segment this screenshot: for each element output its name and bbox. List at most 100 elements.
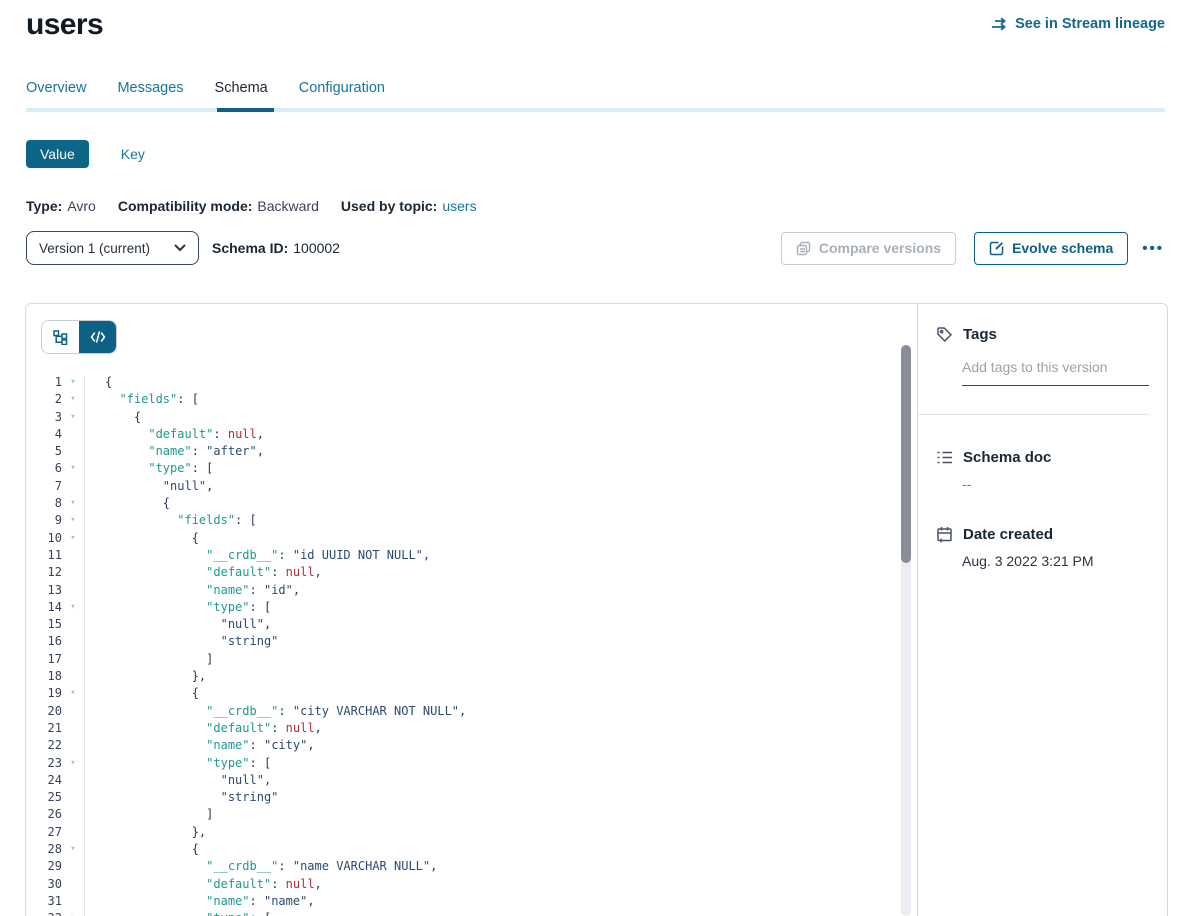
code-line: 4 "default": null, xyxy=(26,426,917,443)
fold-triangle-down-icon[interactable]: ▾ xyxy=(62,841,84,858)
evolve-schema-button[interactable]: Evolve schema xyxy=(974,232,1128,265)
line-number: 32 xyxy=(26,910,62,916)
code-text: "fields": [ xyxy=(84,391,199,408)
code-text: { xyxy=(84,841,199,858)
fold-spacer xyxy=(62,737,84,754)
line-number: 30 xyxy=(26,876,62,893)
code-line: 1▾{ xyxy=(26,374,917,391)
controls-row: Version 1 (current) Schema ID:100002 Com… xyxy=(26,231,1168,265)
code-text: "default": null, xyxy=(84,426,264,443)
code-line: 24 "null", xyxy=(26,772,917,789)
tab-schema[interactable]: Schema xyxy=(215,80,268,108)
fold-spacer xyxy=(62,564,84,581)
tags-input[interactable] xyxy=(962,359,1149,386)
date-created-heading: Date created xyxy=(963,526,1053,543)
fold-triangle-down-icon[interactable]: ▾ xyxy=(62,910,84,916)
chevron-down-icon xyxy=(174,244,186,252)
schema-doc-section: Schema doc -- xyxy=(936,449,1149,492)
fold-triangle-down-icon[interactable]: ▾ xyxy=(62,391,84,408)
tree-view-button[interactable] xyxy=(42,321,79,353)
version-select[interactable]: Version 1 (current) xyxy=(26,231,199,265)
line-number: 29 xyxy=(26,858,62,875)
line-number: 10 xyxy=(26,530,62,547)
line-number: 21 xyxy=(26,720,62,737)
stream-lineage-link[interactable]: See in Stream lineage xyxy=(991,16,1165,32)
version-select-value: Version 1 (current) xyxy=(39,241,150,256)
tab-overview[interactable]: Overview xyxy=(26,80,86,108)
vertical-scrollbar[interactable] xyxy=(901,345,911,916)
code-line: 22 "name": "city", xyxy=(26,737,917,754)
tags-heading: Tags xyxy=(963,326,997,343)
line-number: 1 xyxy=(26,374,62,391)
fold-triangle-down-icon[interactable]: ▾ xyxy=(62,512,84,529)
line-number: 24 xyxy=(26,772,62,789)
code-text: "name": "name", xyxy=(84,893,315,910)
code-text: "type": [ xyxy=(84,910,271,916)
line-number: 26 xyxy=(26,806,62,823)
tab-messages[interactable]: Messages xyxy=(117,80,183,108)
line-number: 16 xyxy=(26,633,62,650)
fold-triangle-down-icon[interactable]: ▾ xyxy=(62,755,84,772)
fold-triangle-down-icon[interactable]: ▾ xyxy=(62,530,84,547)
code-lines: 1▾{2▾ "fields": [3▾ {4 "default": null,5… xyxy=(26,374,917,916)
code-line: 31 "name": "name", xyxy=(26,893,917,910)
code-line: 8▾ { xyxy=(26,495,917,512)
fold-triangle-down-icon[interactable]: ▾ xyxy=(62,495,84,512)
line-number: 4 xyxy=(26,426,62,443)
more-actions-button[interactable]: ••• xyxy=(1138,240,1168,257)
date-created-heading-row: Date created xyxy=(936,526,1149,543)
copy-icon xyxy=(796,241,811,256)
fold-spacer xyxy=(62,858,84,875)
code-line: 28▾ { xyxy=(26,841,917,858)
calendar-plus-icon xyxy=(936,526,953,543)
fold-triangle-down-icon[interactable]: ▾ xyxy=(62,460,84,477)
code-line: 15 "null", xyxy=(26,616,917,633)
scrollbar-thumb[interactable] xyxy=(901,345,911,563)
schema-type: Type:Avro xyxy=(26,198,96,214)
code-text: ] xyxy=(84,806,213,823)
code-text: "name": "id", xyxy=(84,582,300,599)
code-line: 5 "name": "after", xyxy=(26,443,917,460)
code-text: ] xyxy=(84,651,213,668)
line-number: 2 xyxy=(26,391,62,408)
compatibility-mode: Compatibility mode:Backward xyxy=(118,198,319,214)
fold-triangle-down-icon[interactable]: ▾ xyxy=(62,374,84,391)
fold-spacer xyxy=(62,876,84,893)
fold-triangle-down-icon[interactable]: ▾ xyxy=(62,685,84,702)
list-icon xyxy=(936,450,953,465)
line-number: 28 xyxy=(26,841,62,858)
code-text: "__crdb__": "name VARCHAR NULL", xyxy=(84,858,437,875)
fold-spacer xyxy=(62,703,84,720)
fold-spacer xyxy=(62,720,84,737)
code-text: { xyxy=(84,685,199,702)
schema-panel: 1▾{2▾ "fields": [3▾ {4 "default": null,5… xyxy=(25,303,1168,916)
code-text: "null", xyxy=(84,478,213,495)
code-line: 6▾ "type": [ xyxy=(26,460,917,477)
code-text: "string" xyxy=(84,789,278,806)
tree-icon xyxy=(53,330,68,345)
view-toggle xyxy=(41,320,117,354)
line-number: 18 xyxy=(26,668,62,685)
code-line: 32▾ "type": [ xyxy=(26,910,917,916)
code-view-button[interactable] xyxy=(79,321,116,353)
code-text: "name": "after", xyxy=(84,443,264,460)
line-number: 9 xyxy=(26,512,62,529)
tab-configuration[interactable]: Configuration xyxy=(299,80,385,108)
compare-versions-button[interactable]: Compare versions xyxy=(781,232,956,265)
fold-spacer xyxy=(62,806,84,823)
code-line: 3▾ { xyxy=(26,409,917,426)
date-created-value: Aug. 3 2022 3:21 PM xyxy=(962,553,1149,569)
fold-triangle-down-icon[interactable]: ▾ xyxy=(62,599,84,616)
topic-link[interactable]: users xyxy=(442,198,476,214)
date-created-section: Date created Aug. 3 2022 3:21 PM xyxy=(936,526,1149,569)
schema-doc-heading: Schema doc xyxy=(963,449,1051,466)
code-editor[interactable]: 1▾{2▾ "fields": [3▾ {4 "default": null,5… xyxy=(26,374,917,916)
line-number: 13 xyxy=(26,582,62,599)
value-toggle-button[interactable]: Value xyxy=(26,140,89,168)
code-text: "name": "city", xyxy=(84,737,315,754)
schema-sidebar: Tags Schema doc -- xyxy=(917,304,1167,916)
fold-spacer xyxy=(62,651,84,668)
key-toggle-button[interactable]: Key xyxy=(115,145,151,163)
code-text: { xyxy=(84,495,170,512)
fold-triangle-down-icon[interactable]: ▾ xyxy=(62,409,84,426)
